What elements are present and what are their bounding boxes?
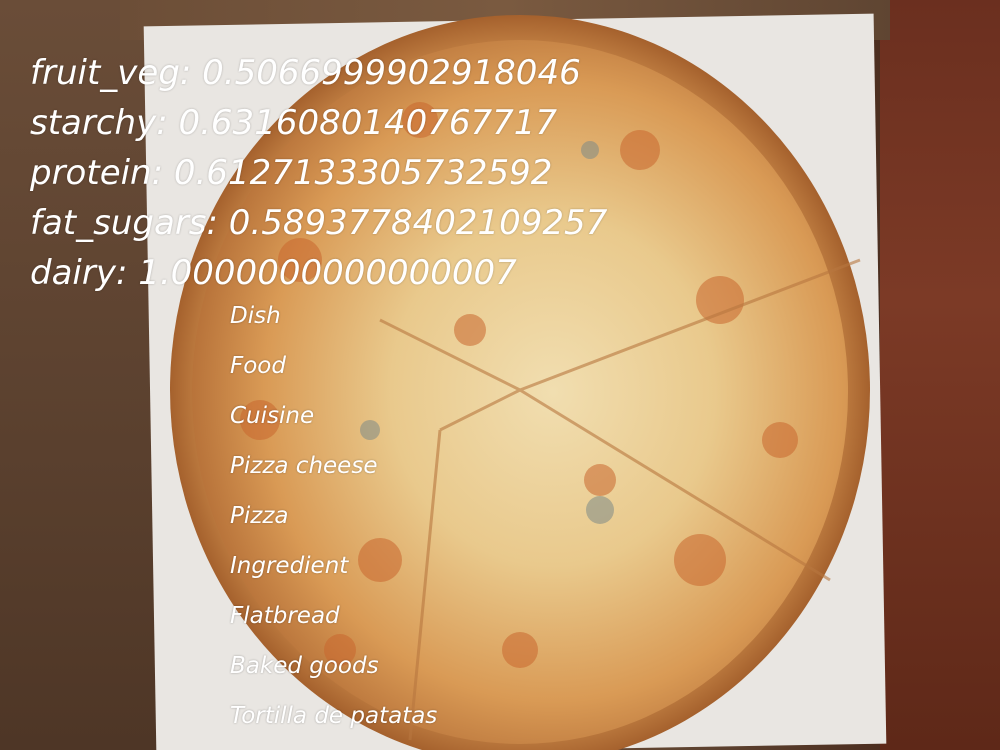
pizza (170, 15, 870, 750)
photo-scene: fruit_veg: 0.5066999902918046 starchy: 0… (0, 0, 1000, 750)
pizza-image (170, 15, 870, 750)
